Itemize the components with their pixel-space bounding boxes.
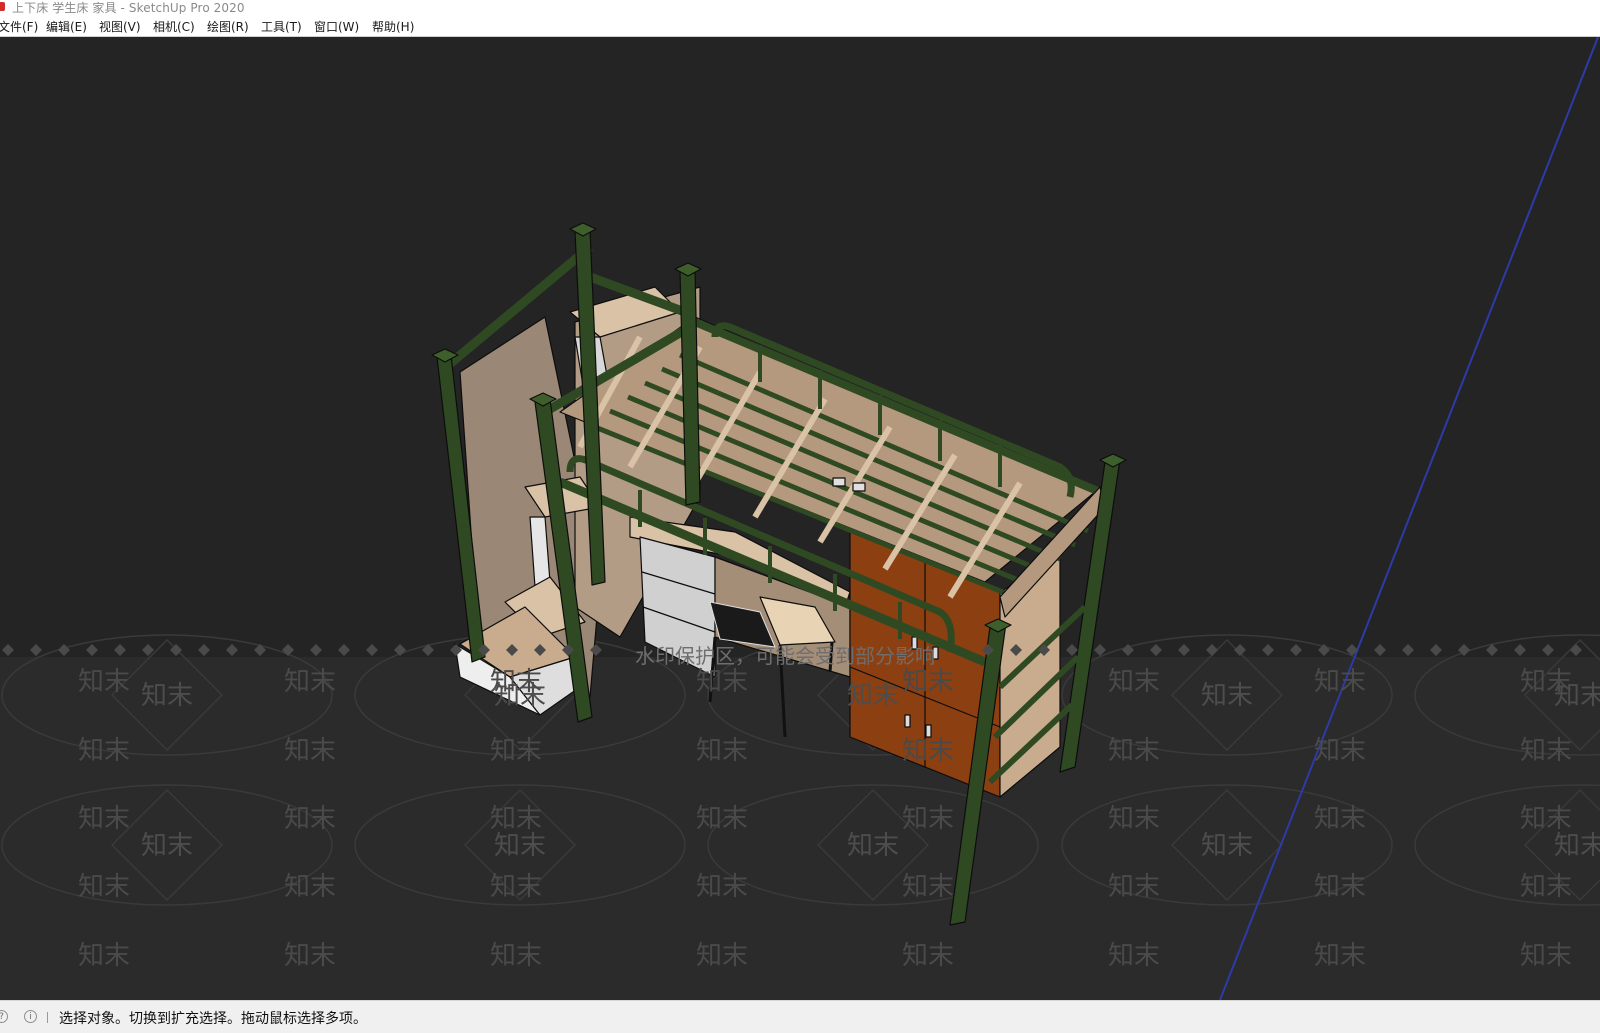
watermark-dot	[338, 644, 350, 656]
watermark-brand: 知末	[78, 804, 130, 834]
switch-2	[852, 482, 866, 492]
watermark-brand: 知末	[902, 804, 954, 834]
watermark-dot	[1542, 644, 1554, 656]
wardrobe-handle-3	[904, 714, 911, 728]
watermark-brand: 知末	[494, 831, 546, 861]
switch-1	[832, 477, 846, 487]
watermark-dot	[1430, 644, 1442, 656]
watermark-brand: 知末	[1108, 736, 1160, 766]
menu-file[interactable]: 文件(F)	[0, 18, 38, 35]
watermark-brand: 知末	[1108, 804, 1160, 834]
watermark-brand: 知末	[696, 872, 748, 902]
watermark-brand: 知末	[902, 872, 954, 902]
watermark-brand: 知末	[1520, 872, 1572, 902]
watermark-dot	[310, 644, 322, 656]
watermark-dot	[30, 644, 42, 656]
watermark-brand: 知末	[1314, 941, 1366, 971]
watermark-brand: 知末	[1108, 667, 1160, 697]
watermark-brand: 知末	[1201, 831, 1253, 861]
watermark-dot	[1402, 644, 1414, 656]
watermark-dot	[394, 644, 406, 656]
menu-edit[interactable]: 编辑(E)	[46, 18, 87, 35]
watermark-brand: 知末	[490, 736, 542, 766]
watermark-brand: 知末	[1314, 736, 1366, 766]
watermark-brand: 知末	[141, 831, 193, 861]
watermark-brand: 知末	[1314, 872, 1366, 902]
watermark-brand: 知末	[1108, 872, 1160, 902]
menu-draw[interactable]: 绘图(R)	[207, 18, 249, 35]
watermark-brand: 知末	[902, 667, 954, 697]
watermark-brand: 知末	[1314, 804, 1366, 834]
watermark-brand: 知末	[1201, 681, 1253, 711]
status-divider	[47, 1012, 48, 1023]
watermark-brand: 知末	[78, 736, 130, 766]
watermark-brand: 知末	[490, 941, 542, 971]
menu-bar: 文件(F) 编辑(E) 视图(V) 相机(C) 绘图(R) 工具(T) 窗口(W…	[0, 14, 1600, 37]
watermark-brand: 知末	[847, 681, 899, 711]
watermark-brand: 知末	[78, 667, 130, 697]
help-icon[interactable]: ?	[0, 1010, 8, 1023]
watermark-dot	[1234, 644, 1246, 656]
info-icon[interactable]: i	[24, 1010, 37, 1023]
watermark-brand: 知末	[847, 831, 899, 861]
watermark-dot	[1514, 644, 1526, 656]
watermark-brand: 知末	[696, 736, 748, 766]
watermark-dot	[114, 644, 126, 656]
watermark-brand: 知末	[490, 804, 542, 834]
watermark-dot	[2, 644, 14, 656]
watermark-brand: 知末	[696, 941, 748, 971]
model-viewport[interactable]: 知末 知末 知末 知末 知末 知末 知末 知末 知末 知末 知末 知末 知末 知末 知末 知末 知末 知末 知末 知末…	[0, 37, 1600, 1000]
watermark-dot	[1206, 644, 1218, 656]
watermark-brand: 知末	[1108, 941, 1160, 971]
watermark-brand: 知末	[696, 804, 748, 834]
watermark-brand: 知末	[141, 681, 193, 711]
watermark-dot	[1066, 644, 1078, 656]
watermark-brand: 知末	[1520, 804, 1572, 834]
watermark-brand: 知末	[1520, 736, 1572, 766]
watermark-brand: 知末	[284, 872, 336, 902]
watermark-brand: 知末	[78, 872, 130, 902]
watermark-brand: 知末	[696, 667, 748, 697]
sketchup-app-icon	[0, 2, 5, 11]
watermark-dot	[366, 644, 378, 656]
watermark-dot	[198, 644, 210, 656]
watermark-brand: 知末	[284, 667, 336, 697]
menu-tools[interactable]: 工具(T)	[261, 18, 302, 35]
watermark-brand: 知末	[490, 667, 542, 697]
status-message: 选择对象。切换到扩充选择。拖动鼠标选择多项。	[59, 1011, 367, 1027]
watermark-dot	[1290, 644, 1302, 656]
watermark-brand: 知末	[1314, 667, 1366, 697]
watermark-dot	[58, 644, 70, 656]
watermark-dot	[1570, 644, 1582, 656]
watermark-brand: 知末	[1520, 941, 1572, 971]
watermark-notice: 水印保护区，可能会受到部分影响	[635, 644, 935, 668]
post-cap-4	[674, 262, 702, 277]
menu-view[interactable]: 视图(V)	[99, 18, 141, 35]
menu-help[interactable]: 帮助(H)	[372, 18, 414, 35]
watermark-dot	[1178, 644, 1190, 656]
watermark-brand: 知末	[284, 804, 336, 834]
watermark-dot	[226, 644, 238, 656]
watermark-dot	[1262, 644, 1274, 656]
watermark-brand: 知末	[902, 941, 954, 971]
watermark-brand: 知末	[284, 941, 336, 971]
watermark-brand: 知末	[902, 736, 954, 766]
menu-window[interactable]: 窗口(W)	[314, 18, 359, 35]
title-bar: 上下床 学生床 家具 - SketchUp Pro 2020	[0, 0, 1600, 15]
watermark-brand: 知末	[490, 872, 542, 902]
status-bar: ? i 选择对象。切换到扩充选择。拖动鼠标选择多项。	[0, 1000, 1600, 1033]
watermark-brand: 知末	[284, 736, 336, 766]
watermark-dot	[86, 644, 98, 656]
watermark-brand: 知末	[1554, 831, 1600, 861]
post-cap-6	[1099, 453, 1127, 468]
watermark-dot	[282, 644, 294, 656]
post-cap-2	[569, 222, 597, 237]
watermark-dot	[1150, 644, 1162, 656]
watermark-dot	[1374, 644, 1386, 656]
watermark-brand: 知末	[78, 941, 130, 971]
watermark-brand: 知末	[1520, 667, 1572, 697]
menu-camera[interactable]: 相机(C)	[153, 18, 195, 35]
